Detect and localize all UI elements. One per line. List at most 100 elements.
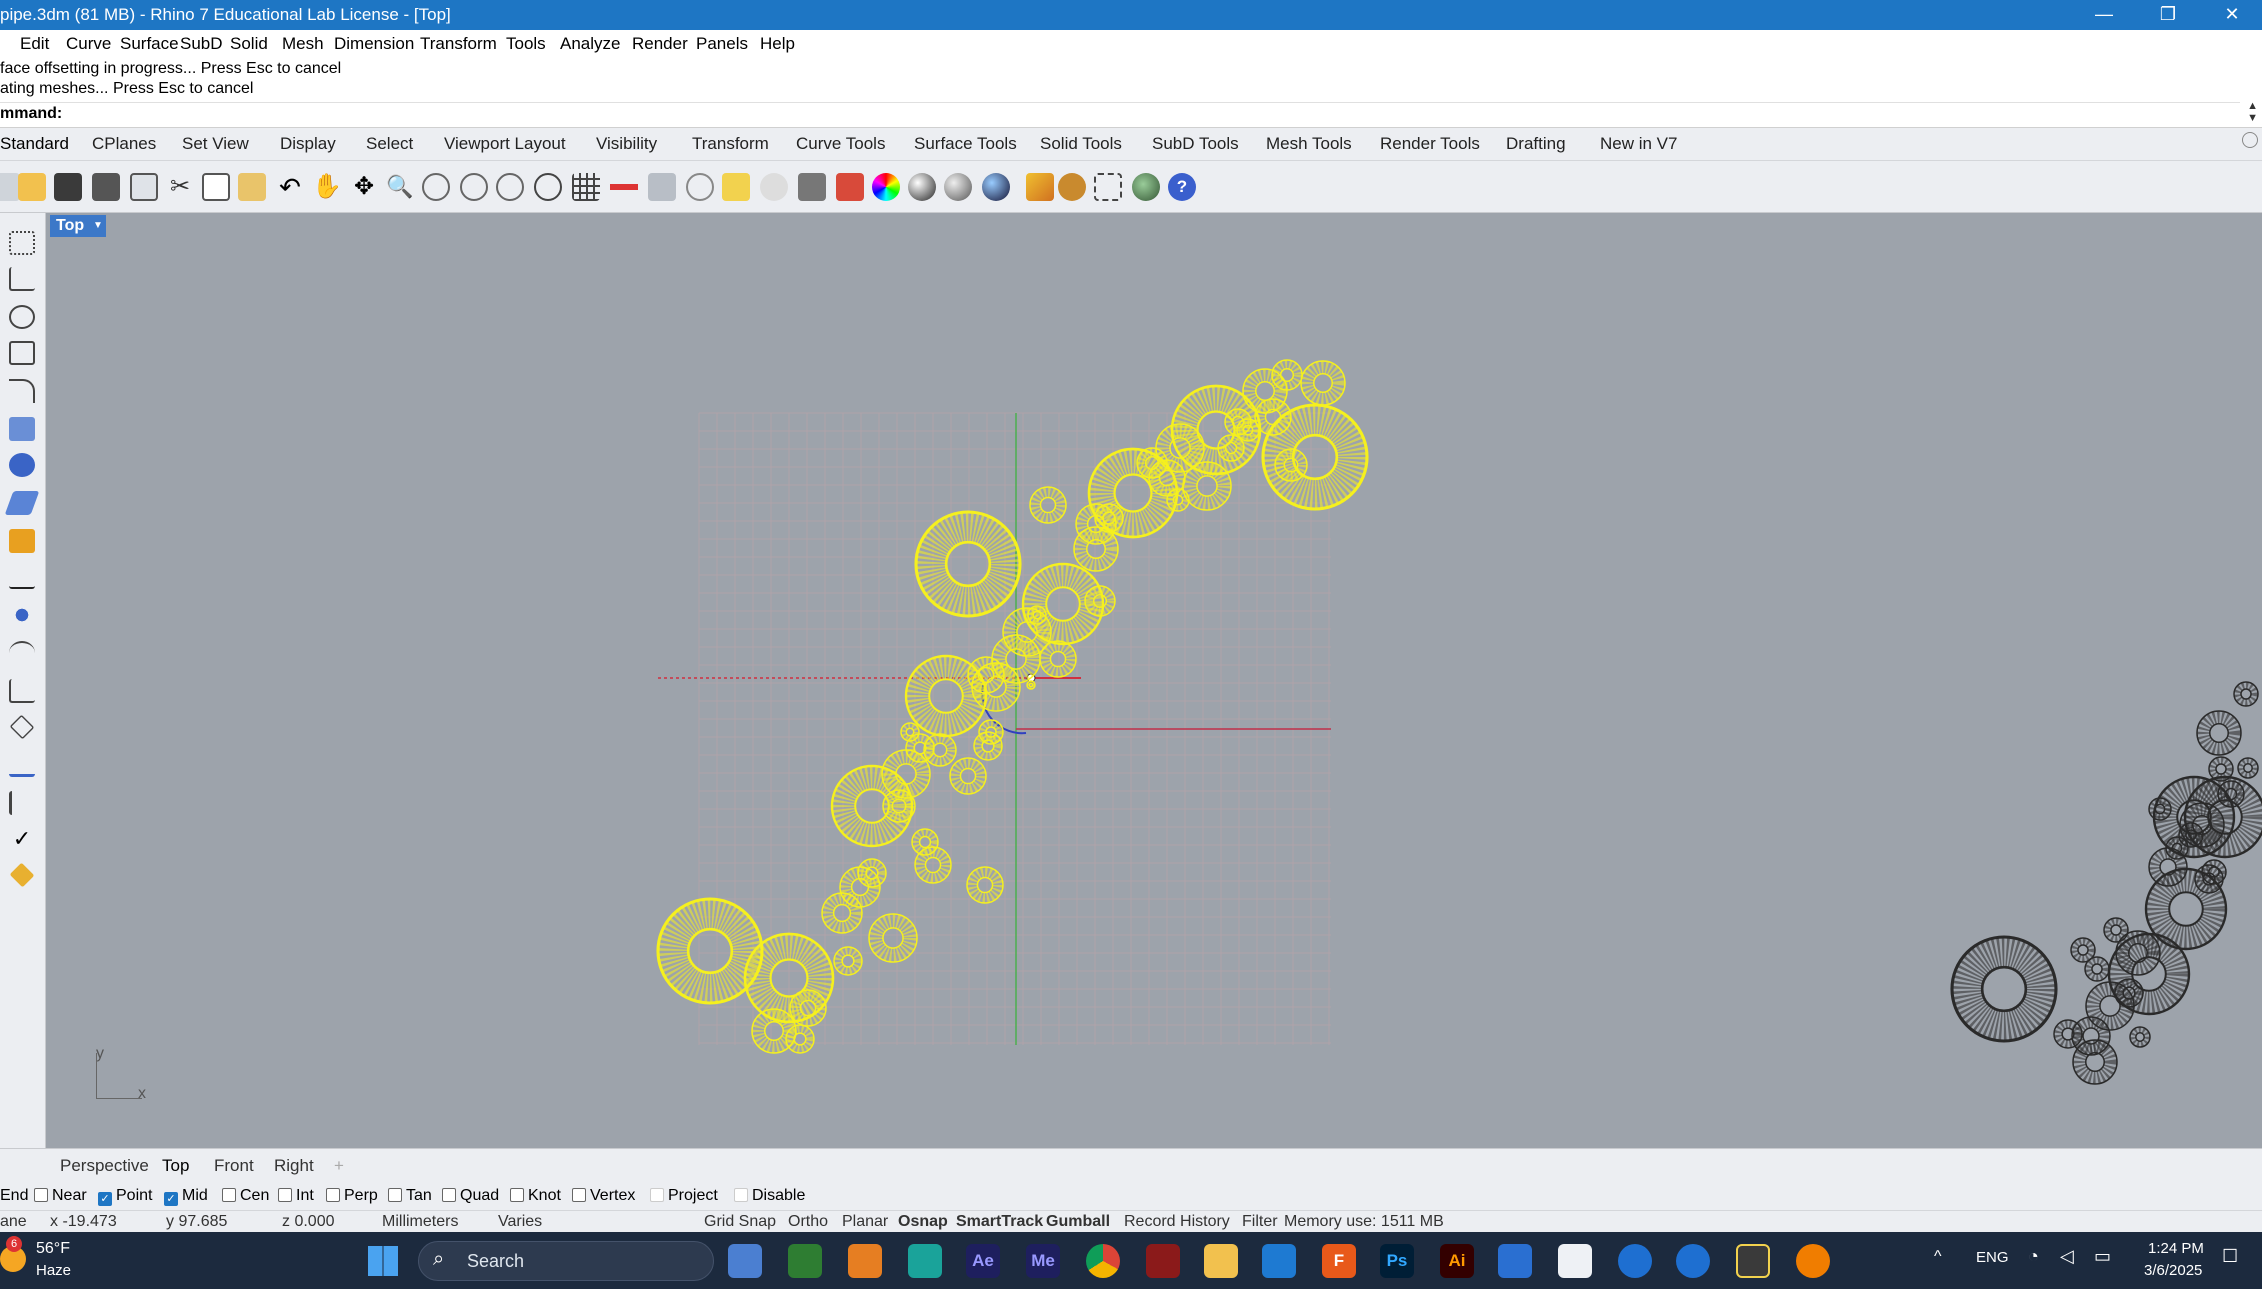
checkbox-icon[interactable] xyxy=(222,1188,236,1202)
scroll-up-icon[interactable]: ▲ xyxy=(2247,100,2258,112)
curve-icon[interactable] xyxy=(9,379,35,403)
set-view-icon[interactable] xyxy=(648,173,676,201)
menu-curve[interactable]: Curve xyxy=(66,34,111,54)
arduino-app-icon[interactable] xyxy=(908,1244,942,1278)
battery-icon[interactable]: ▭ xyxy=(2094,1246,2111,1267)
osnap-point[interactable]: ✓ Point xyxy=(98,1187,152,1206)
illustrator-icon[interactable]: Ai xyxy=(1440,1244,1474,1278)
analyze-icon[interactable] xyxy=(9,753,35,777)
defender-icon[interactable] xyxy=(1498,1244,1532,1278)
zoom-selected-icon[interactable] xyxy=(496,173,524,201)
select-points-icon[interactable] xyxy=(722,173,750,201)
planar-toggle[interactable]: Planar xyxy=(842,1213,888,1231)
app-c-icon[interactable] xyxy=(1618,1244,1652,1278)
menu-tools[interactable]: Tools xyxy=(506,34,546,54)
tab-front[interactable]: Front xyxy=(214,1156,254,1176)
tab-solid-tools[interactable]: Solid Tools xyxy=(1040,134,1122,154)
chrome-icon[interactable] xyxy=(1086,1244,1120,1278)
osnap-vertex[interactable]: Vertex xyxy=(572,1187,635,1205)
cplane-icon[interactable] xyxy=(610,173,638,201)
menu-analyze[interactable]: Analyze xyxy=(560,34,620,54)
named-view-icon[interactable] xyxy=(686,173,714,201)
language-indicator[interactable]: ENG xyxy=(1976,1249,2009,1266)
color-wheel-icon[interactable] xyxy=(872,173,900,201)
shaded-sphere-icon[interactable] xyxy=(908,173,936,201)
surface-icon[interactable] xyxy=(9,417,35,441)
rendered-sphere-icon[interactable] xyxy=(944,173,972,201)
notification-icon[interactable]: ☐ xyxy=(2222,1246,2238,1267)
undo-view-icon[interactable] xyxy=(534,173,562,201)
render-icon[interactable] xyxy=(982,173,1010,201)
cut-icon[interactable]: ✂ xyxy=(166,173,194,201)
menu-surface[interactable]: Surface xyxy=(120,34,179,54)
close-button[interactable]: ✕ xyxy=(2202,0,2262,30)
add-viewport-tab-icon[interactable]: + xyxy=(334,1156,344,1176)
tab-curve-tools[interactable]: Curve Tools xyxy=(796,134,885,154)
extrude-icon[interactable] xyxy=(4,491,40,515)
rotate-view-icon[interactable]: ✥ xyxy=(350,173,378,201)
check-icon[interactable]: ✓ xyxy=(9,827,35,851)
layer-indicator[interactable]: Varies xyxy=(498,1213,542,1231)
polyline-icon[interactable] xyxy=(9,267,35,291)
tab-display[interactable]: Display xyxy=(280,134,336,154)
zoom-window-icon[interactable] xyxy=(422,173,450,201)
fillet-icon[interactable] xyxy=(9,603,35,627)
pan-hand-icon[interactable]: ✋ xyxy=(312,173,342,201)
checkbox-checked-icon[interactable]: ✓ xyxy=(164,1192,178,1206)
tab-surface-tools[interactable]: Surface Tools xyxy=(914,134,1017,154)
taskbar-search[interactable]: ⌕ Search xyxy=(418,1241,714,1281)
tab-cplanes[interactable]: CPlanes xyxy=(92,134,156,154)
open-folder-icon[interactable] xyxy=(18,173,46,201)
windows-start-icon[interactable] xyxy=(368,1246,398,1276)
osnap-knot[interactable]: Knot xyxy=(510,1187,561,1205)
checkbox-icon[interactable] xyxy=(278,1188,292,1202)
mesh-icon[interactable] xyxy=(9,529,35,553)
osnap-project[interactable]: Project xyxy=(650,1187,718,1205)
undo-icon[interactable]: ↶ xyxy=(276,173,304,201)
tab-top[interactable]: Top xyxy=(162,1156,189,1176)
checkbox-icon[interactable] xyxy=(510,1188,524,1202)
photos-app-icon[interactable] xyxy=(728,1244,762,1278)
viewport-top[interactable]: Top ▼ y x xyxy=(46,213,2262,1148)
options-gear-icon[interactable] xyxy=(2242,132,2258,148)
light-bulb-icon[interactable] xyxy=(760,173,788,201)
osnap-int[interactable]: Int xyxy=(278,1187,314,1205)
file-explorer-icon[interactable] xyxy=(1204,1244,1238,1278)
media-encoder-icon[interactable]: Me xyxy=(1026,1244,1060,1278)
osnap-near[interactable]: Near xyxy=(34,1187,87,1205)
tab-right[interactable]: Right xyxy=(274,1156,314,1176)
menu-subd[interactable]: SubD xyxy=(180,34,223,54)
gumball-toggle[interactable]: Gumball xyxy=(1046,1213,1110,1231)
show-hidden-icons-chevron-icon[interactable]: ^ xyxy=(1934,1248,1942,1266)
point-icon[interactable] xyxy=(9,231,35,255)
minimize-button[interactable]: — xyxy=(2074,0,2134,30)
history-icon[interactable] xyxy=(9,791,35,815)
rhino-icon[interactable] xyxy=(1558,1244,1592,1278)
zoom-extents-icon[interactable] xyxy=(460,173,488,201)
globe-icon[interactable] xyxy=(1132,173,1160,201)
tab-render-tools[interactable]: Render Tools xyxy=(1380,134,1480,154)
command-input[interactable]: mmand: xyxy=(0,102,2240,126)
tab-mesh-tools[interactable]: Mesh Tools xyxy=(1266,134,1352,154)
select-window-icon[interactable] xyxy=(1094,173,1122,201)
tab-visibility[interactable]: Visibility xyxy=(596,134,657,154)
fusion-icon[interactable]: F xyxy=(1322,1244,1356,1278)
new-file-icon[interactable] xyxy=(0,173,20,201)
lock-icon[interactable] xyxy=(798,173,826,201)
scroll-down-icon[interactable]: ▼ xyxy=(2247,112,2258,124)
save-icon[interactable] xyxy=(54,173,82,201)
menu-help[interactable]: Help xyxy=(760,34,795,54)
menu-panels[interactable]: Panels xyxy=(696,34,748,54)
checkbox-icon[interactable] xyxy=(650,1188,664,1202)
sticky-notes-icon[interactable] xyxy=(1736,1244,1770,1278)
checkbox-icon[interactable] xyxy=(34,1188,48,1202)
array-icon[interactable] xyxy=(9,714,35,740)
checkbox-icon[interactable] xyxy=(442,1188,456,1202)
options-icon[interactable] xyxy=(1058,173,1086,201)
checkbox-icon[interactable] xyxy=(734,1188,748,1202)
viewport-canvas[interactable] xyxy=(46,213,2262,1148)
menu-dimension[interactable]: Dimension xyxy=(334,34,414,54)
maximize-button[interactable]: ❐ xyxy=(2138,0,2198,30)
filter-toggle[interactable]: Filter xyxy=(1242,1213,1278,1231)
osnap-mid[interactable]: ✓ Mid xyxy=(164,1187,208,1206)
